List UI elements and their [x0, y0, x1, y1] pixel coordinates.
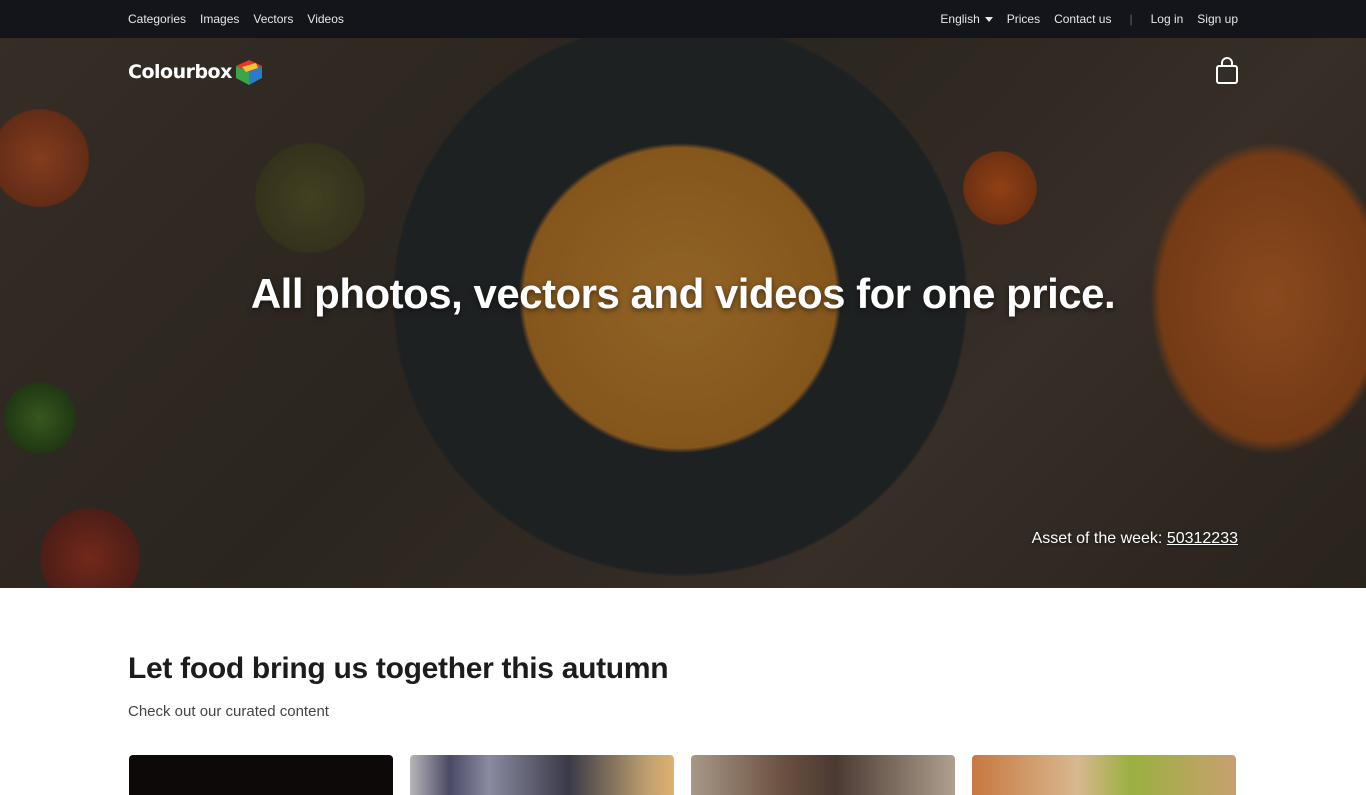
nav-prices[interactable]: Prices: [1007, 12, 1040, 26]
login-link[interactable]: Log in: [1151, 12, 1184, 26]
section-subtitle: Check out our curated content: [128, 703, 329, 720]
hero-headline: All photos, vectors and videos for one p…: [250, 270, 1116, 317]
language-label: English: [940, 12, 980, 26]
shopping-bag-icon[interactable]: [1214, 56, 1240, 86]
nav-contact-us[interactable]: Contact us: [1054, 12, 1111, 26]
signup-link[interactable]: Sign up: [1197, 12, 1238, 26]
curated-card[interactable]: [691, 755, 955, 795]
primary-nav: Categories Images Vectors Videos: [128, 0, 344, 38]
nav-images[interactable]: Images: [200, 12, 239, 26]
secondary-nav: English Prices Contact us | Log in Sign …: [940, 0, 1238, 38]
curated-cards: [129, 755, 1236, 795]
logo-cube-icon: [235, 60, 262, 85]
caret-down-icon: [984, 17, 993, 23]
nav-categories[interactable]: Categories: [128, 12, 186, 26]
nav-videos[interactable]: Videos: [307, 12, 343, 26]
asset-id-link[interactable]: 50312233: [1167, 530, 1238, 547]
asset-of-the-week: Asset of the week: 50312233: [1032, 530, 1238, 548]
logo-wordmark: Colourbox: [128, 61, 232, 83]
section-title: Let food bring us together this autumn: [128, 652, 669, 685]
nav-vectors[interactable]: Vectors: [253, 12, 293, 26]
nav-divider: |: [1129, 12, 1133, 26]
curated-card[interactable]: [129, 755, 393, 795]
asset-label: Asset of the week:: [1031, 530, 1163, 547]
colourbox-logo[interactable]: Colourbox: [128, 58, 264, 86]
language-selector[interactable]: English: [940, 12, 993, 26]
curated-card[interactable]: [972, 755, 1236, 795]
top-navigation-bar: Categories Images Vectors Videos English…: [0, 0, 1366, 38]
hero-banner: Colourbox All photos, vectors and videos…: [0, 38, 1366, 588]
curated-card[interactable]: [410, 755, 674, 795]
